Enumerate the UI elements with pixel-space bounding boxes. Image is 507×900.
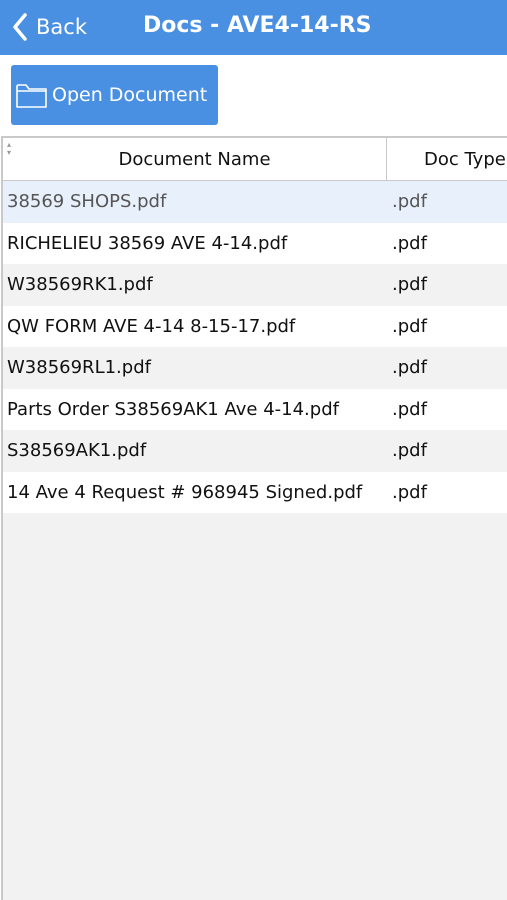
column-header-doc-type[interactable]: Doc Type [387,138,507,181]
table-row[interactable]: 38569 SHOPS.pdf .pdf [3,181,507,223]
page-title: Docs - AVE4-14-RS [143,13,372,38]
open-document-button[interactable]: Open Document [11,65,218,125]
table-row[interactable]: QW FORM AVE 4-14 8-15-17.pdf .pdf [3,305,507,347]
document-name-cell: W38569RK1.pdf [7,274,153,295]
document-grid: ▴ ▾ Document Name Doc Type 38569 SHOPS.pd… [1,136,507,900]
toolbar: Open Document [0,55,507,136]
doc-type-cell: .pdf [392,398,427,420]
doc-type-cell: .pdf [392,315,427,337]
table-row[interactable]: S38569AK1.pdf .pdf [3,430,507,472]
doc-type-cell: .pdf [392,274,427,295]
open-document-label: Open Document [52,84,208,106]
doc-type-cell: .pdf [392,481,427,503]
back-button[interactable]: Back [12,11,87,43]
table-row[interactable]: Parts Order S38569AK1 Ave 4-14.pdf .pdf [3,388,507,430]
grid-rows: 38569 SHOPS.pdf .pdf RICHELIEU 38569 AVE… [3,181,507,513]
doc-type-cell: .pdf [392,357,427,378]
document-name-cell: 38569 SHOPS.pdf [7,191,167,212]
folder-icon [15,80,48,110]
table-row[interactable]: 14 Ave 4 Request # 968945 Signed.pdf .pd… [3,471,507,513]
chevron-left-icon [12,13,28,41]
document-name-cell: RICHELIEU 38569 AVE 4-14.pdf [7,232,288,254]
table-row[interactable]: W38569RL1.pdf .pdf [3,347,507,389]
table-row[interactable]: RICHELIEU 38569 AVE 4-14.pdf .pdf [3,222,507,264]
column-header-document-name[interactable]: Document Name [3,138,387,181]
grid-header: ▴ ▾ Document Name Doc Type [3,136,507,181]
back-label: Back [36,15,87,39]
document-name-cell: W38569RL1.pdf [7,357,151,378]
document-name-cell: QW FORM AVE 4-14 8-15-17.pdf [7,315,296,337]
document-name-cell: 14 Ave 4 Request # 968945 Signed.pdf [7,481,363,503]
navigation-bar: Back Docs - AVE4-14-RS [0,0,507,55]
doc-type-cell: .pdf [392,232,427,254]
document-name-cell: Parts Order S38569AK1 Ave 4-14.pdf [7,398,339,420]
doc-type-cell: .pdf [392,440,427,461]
doc-type-cell: .pdf [392,191,427,212]
document-name-cell: S38569AK1.pdf [7,440,147,461]
table-row[interactable]: W38569RK1.pdf .pdf [3,264,507,306]
